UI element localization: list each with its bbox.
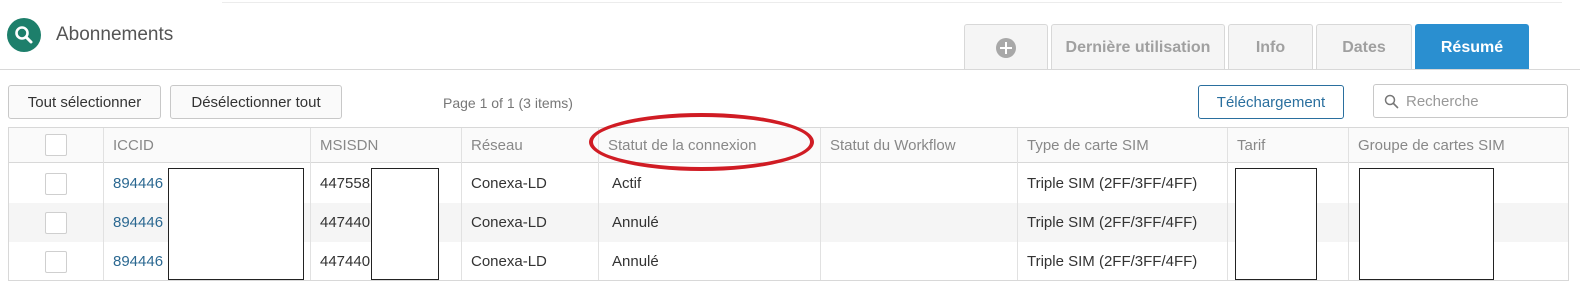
column-header-iccid[interactable]: ICCID (113, 128, 154, 163)
page-title: Abonnements (56, 24, 174, 45)
row-checkbox[interactable] (45, 212, 67, 234)
deselect-all-button[interactable]: Désélectionner tout (170, 85, 342, 119)
tab-underline (0, 69, 1580, 70)
redaction-box (1235, 168, 1317, 280)
select-all-checkbox[interactable] (45, 134, 67, 156)
column-header-tarif[interactable]: Tarif (1237, 128, 1265, 163)
sim-type-cell: Triple SIM (2FF/3FF/4FF) (1027, 175, 1198, 192)
column-divider (820, 128, 821, 280)
top-divider (222, 2, 1562, 3)
msisdn-cell: 447440 (320, 253, 371, 270)
column-divider (461, 128, 462, 280)
column-header-groupe-cartes-sim[interactable]: Groupe de cartes SIM (1358, 128, 1505, 163)
iccid-link[interactable]: 894446 (113, 242, 163, 281)
redaction-box (168, 168, 304, 280)
tab-resume[interactable]: Résumé (1415, 24, 1529, 70)
redaction-box (371, 168, 439, 280)
connection-status-cell: Actif (612, 175, 642, 192)
search-icon (1384, 94, 1399, 109)
annotation-ellipse (589, 113, 814, 171)
column-divider (1017, 128, 1018, 280)
search-box[interactable] (1373, 84, 1568, 118)
iccid-link[interactable]: 894446 (113, 164, 163, 203)
search-icon[interactable] (7, 18, 41, 52)
select-all-button[interactable]: Tout sélectionner (8, 85, 161, 119)
row-checkbox[interactable] (45, 173, 67, 195)
tab-info[interactable]: Info (1228, 24, 1313, 70)
column-divider (310, 128, 311, 280)
msisdn-cell: 447440 (320, 214, 371, 231)
msisdn-cell: 447558 (320, 175, 371, 192)
column-header-statut-workflow[interactable]: Statut du Workflow (830, 128, 956, 163)
tab-dates[interactable]: Dates (1316, 24, 1412, 70)
network-cell: Conexa-LD (471, 175, 547, 192)
column-header-msisdn[interactable]: MSISDN (320, 128, 378, 163)
column-header-reseau[interactable]: Réseau (471, 128, 523, 163)
network-cell: Conexa-LD (471, 253, 547, 270)
network-cell: Conexa-LD (471, 214, 547, 231)
search-input[interactable] (1406, 91, 1561, 111)
plus-circle-icon (996, 37, 1016, 58)
sim-type-cell: Triple SIM (2FF/3FF/4FF) (1027, 214, 1198, 231)
column-divider (1348, 128, 1349, 280)
iccid-link[interactable]: 894446 (113, 203, 163, 242)
column-header-type-carte-sim[interactable]: Type de carte SIM (1027, 128, 1149, 163)
redaction-box (1359, 168, 1494, 280)
connection-status-cell: Annulé (612, 253, 659, 270)
tab-add[interactable] (964, 24, 1048, 70)
sim-type-cell: Triple SIM (2FF/3FF/4FF) (1027, 253, 1198, 270)
download-button[interactable]: Téléchargement (1198, 85, 1344, 119)
pagination-info: Page 1 of 1 (3 items) (443, 95, 573, 111)
connection-status-cell: Annulé (612, 214, 659, 231)
page-header: Abonnements (7, 18, 173, 52)
tab-derniere-utilisation[interactable]: Dernière utilisation (1051, 24, 1225, 70)
column-divider (103, 128, 104, 280)
column-divider (1227, 128, 1228, 280)
row-checkbox[interactable] (45, 251, 67, 273)
